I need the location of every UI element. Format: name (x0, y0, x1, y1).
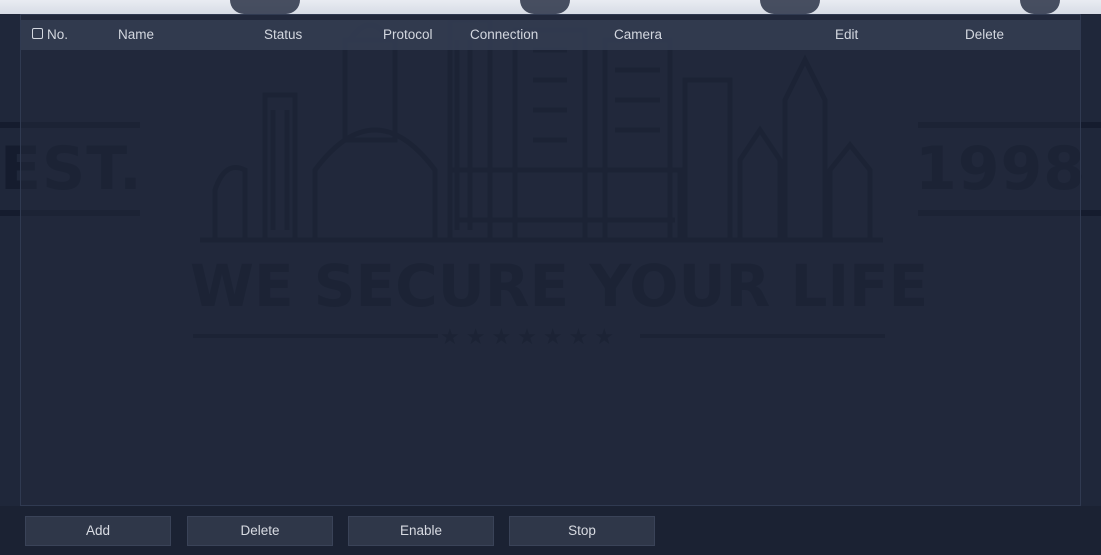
select-all-checkbox[interactable] (32, 28, 43, 39)
column-header-connection[interactable]: Connection (470, 27, 538, 42)
column-header-no[interactable]: No. (47, 27, 68, 42)
column-header-edit[interactable]: Edit (835, 27, 858, 42)
screen: EST. 1998 (0, 0, 1101, 555)
column-header-camera[interactable]: Camera (614, 27, 662, 42)
table-body (21, 50, 1080, 505)
stop-button[interactable]: Stop (509, 516, 655, 546)
column-header-status[interactable]: Status (264, 27, 302, 42)
column-header-delete[interactable]: Delete (965, 27, 1004, 42)
add-button[interactable]: Add (25, 516, 171, 546)
wallpaper-cloud (230, 0, 300, 14)
wallpaper-cloud (760, 0, 820, 14)
wallpaper-top-strip (0, 0, 1101, 14)
enable-button[interactable]: Enable (348, 516, 494, 546)
wallpaper-cloud (520, 0, 570, 14)
table-header: No. Name Status Protocol Connection Came… (21, 20, 1080, 50)
device-list-panel: No. Name Status Protocol Connection Came… (20, 14, 1081, 506)
column-header-protocol[interactable]: Protocol (383, 27, 433, 42)
column-header-name[interactable]: Name (118, 27, 154, 42)
wallpaper-cloud (1020, 0, 1060, 14)
delete-button[interactable]: Delete (187, 516, 333, 546)
